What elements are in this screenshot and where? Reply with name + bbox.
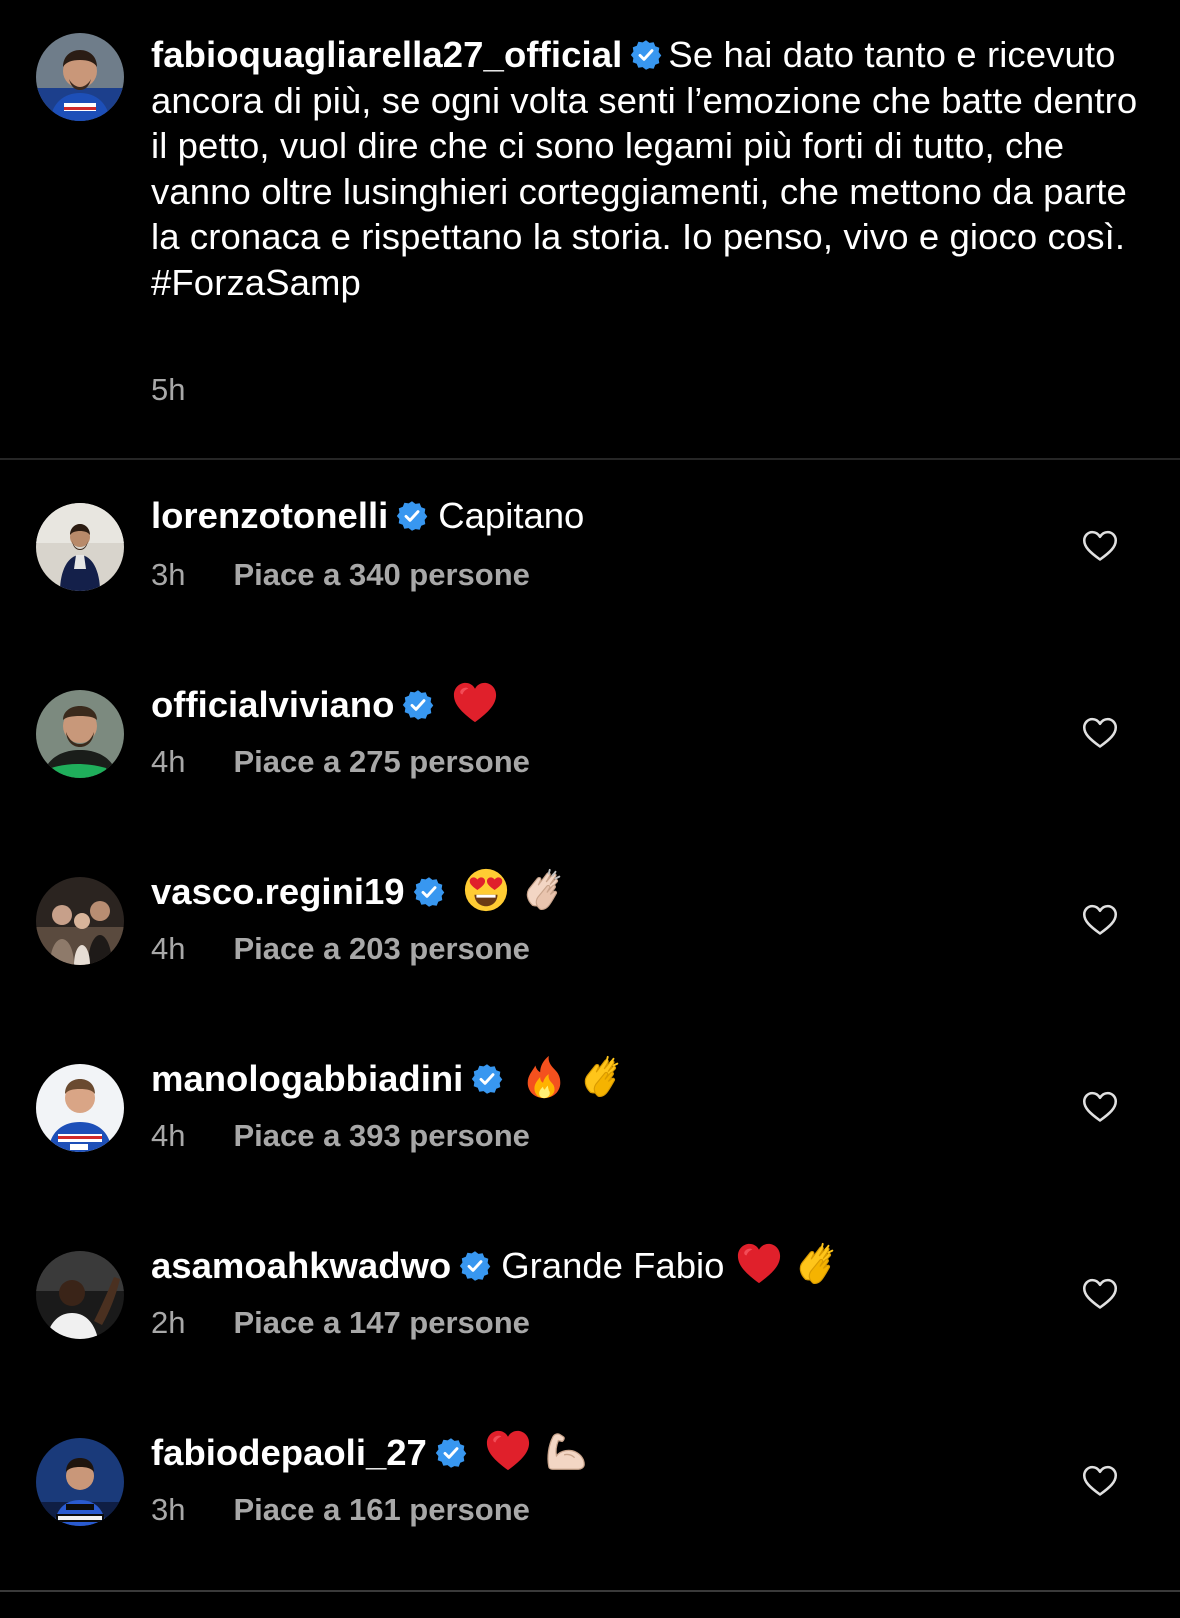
comment-likes[interactable]: Piace a 147 persone <box>233 1305 529 1340</box>
comment-line: asamoahkwadwo Grande Fabio <box>151 1241 840 1289</box>
comment-line: lorenzotonelli Capitano <box>151 493 584 539</box>
heart-outline-icon[interactable] <box>1082 903 1118 937</box>
verified-badge-icon <box>459 1250 491 1282</box>
comment-timestamp: 4h <box>151 931 186 966</box>
heart-outline-icon[interactable] <box>1082 1464 1118 1498</box>
comment-text: Grande Fabio <box>501 1245 725 1286</box>
comment-meta: 3h Piace a 340 persone <box>151 557 530 593</box>
comment-line: fabiodepaoli_27 <box>151 1428 589 1476</box>
verified-badge-icon <box>413 876 445 908</box>
comment-row: asamoahkwadwo Grande Fabio 2h Piace a 147 … <box>0 1241 1180 1431</box>
comment-meta: 3h Piace a 161 persone <box>151 1492 530 1528</box>
comment-meta: 4h Piace a 393 persone <box>151 1118 530 1154</box>
comment-timestamp: 3h <box>151 1492 186 1527</box>
caption-text-block: fabioquagliarella27_official Se hai dato … <box>151 32 1141 305</box>
comment-likes[interactable]: Piace a 275 persone <box>233 744 529 779</box>
commenter-avatar[interactable] <box>36 1064 124 1152</box>
comment-text: Capitano <box>438 495 585 536</box>
comment-line: manologabbiadini <box>151 1054 625 1102</box>
comment-row: lorenzotonelli Capitano 3h Piace a 340 per… <box>0 493 1180 683</box>
verified-badge-icon <box>435 1437 467 1469</box>
comment-username[interactable]: vasco.regini19 <box>151 871 405 912</box>
comment-meta: 4h Piace a 275 persone <box>151 744 530 780</box>
comment-timestamp: 4h <box>151 744 186 779</box>
comment-timestamp: 4h <box>151 1118 186 1153</box>
comment-username[interactable]: manologabbiadini <box>151 1058 463 1099</box>
heart-outline-icon[interactable] <box>1082 1090 1118 1124</box>
verified-badge-icon <box>396 500 428 532</box>
red-heart-icon <box>485 1428 531 1474</box>
author-avatar[interactable] <box>36 33 124 121</box>
heart-outline-icon[interactable] <box>1082 716 1118 750</box>
comment-username[interactable]: fabiodepaoli_27 <box>151 1432 427 1473</box>
verified-badge-icon <box>471 1063 503 1095</box>
commenter-avatar[interactable] <box>36 1438 124 1526</box>
comment-meta: 2h Piace a 147 persone <box>151 1305 530 1341</box>
comment-username[interactable]: asamoahkwadwo <box>151 1245 451 1286</box>
commenter-avatar[interactable] <box>36 1251 124 1339</box>
comment-row: vasco.regini19 4h Piace a 203 persone <box>0 867 1180 1057</box>
heart-outline-icon[interactable] <box>1082 1277 1118 1311</box>
divider <box>0 458 1180 460</box>
comment-likes[interactable]: Piace a 393 persone <box>233 1118 529 1153</box>
clapping-hands-icon <box>521 867 567 913</box>
fire-icon <box>521 1054 567 1100</box>
comment-row: officialviviano 4h Piace a 275 persone <box>0 680 1180 870</box>
comment-timestamp: 3h <box>151 557 186 592</box>
caption-username[interactable]: fabioquagliarella27_official <box>151 34 622 75</box>
commenter-avatar[interactable] <box>36 690 124 778</box>
red-heart-icon <box>452 680 498 726</box>
red-heart-icon <box>736 1241 782 1287</box>
comment-likes[interactable]: Piace a 203 persone <box>233 931 529 966</box>
comment-meta: 4h Piace a 203 persone <box>151 931 530 967</box>
comment-line: officialviviano <box>151 680 498 728</box>
comment-row: manologabbiadini 4h Piace a 393 persone <box>0 1054 1180 1244</box>
comment-username[interactable]: lorenzotonelli <box>151 495 388 536</box>
verified-badge-icon <box>402 689 434 721</box>
heart-outline-icon[interactable] <box>1082 529 1118 563</box>
comment-likes[interactable]: Piace a 340 persone <box>233 557 529 592</box>
comment-username[interactable]: officialviviano <box>151 684 394 725</box>
verified-badge-icon <box>630 39 662 71</box>
commenter-avatar[interactable] <box>36 503 124 591</box>
heart-eyes-icon <box>463 867 509 913</box>
bottom-divider <box>0 1590 1180 1592</box>
comment-likes[interactable]: Piace a 161 persone <box>233 1492 529 1527</box>
clapping-hands-icon <box>794 1241 840 1287</box>
comment-line: vasco.regini19 <box>151 867 567 915</box>
flexed-biceps-icon <box>543 1428 589 1474</box>
caption-timestamp: 5h <box>151 372 186 407</box>
post-caption: fabioquagliarella27_official Se hai dato … <box>0 0 1180 458</box>
commenter-avatar[interactable] <box>36 877 124 965</box>
clapping-hands-icon <box>579 1054 625 1100</box>
comment-timestamp: 2h <box>151 1305 186 1340</box>
